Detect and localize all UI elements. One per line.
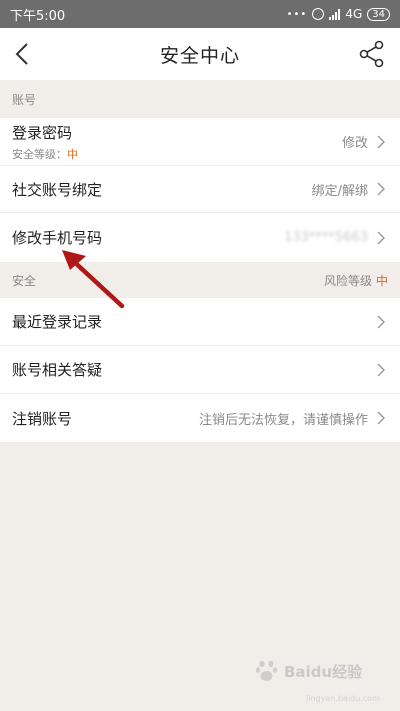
- row-cancel-account[interactable]: 注销账号 注销后无法恢复，请谨慎操作: [0, 394, 400, 442]
- phone-number: 133****5663: [284, 230, 368, 245]
- status-time: 下午5:00: [10, 8, 66, 24]
- chevron-right-icon: [377, 231, 385, 244]
- chevron-right-icon: [377, 182, 385, 196]
- watermark-url: jingyan.baidu.com: [306, 694, 380, 703]
- row-right: 133****5663: [284, 230, 388, 245]
- baidu-watermark: Baidu经验 jingyan.baidu.com: [254, 658, 380, 703]
- row-account-faq[interactable]: 账号相关答疑: [0, 346, 400, 394]
- status-icons: ••• 4G 34: [287, 7, 390, 21]
- notification-dots-icon: •••: [286, 8, 308, 20]
- row-sub-label: 安全等级：中: [12, 147, 78, 161]
- baidu-paw-icon: [255, 660, 278, 681]
- row-hint: 注销后无法恢复，请谨慎操作: [198, 412, 368, 428]
- nav-bar: 安全中心: [0, 28, 400, 80]
- share-icon[interactable]: [358, 40, 386, 68]
- row-login-password[interactable]: 登录密码 安全等级：中 修改: [0, 118, 400, 166]
- section-title: 账号: [12, 92, 37, 107]
- security-level-badge: 中: [67, 147, 78, 161]
- row-right: 注销后无法恢复，请谨慎操作: [199, 409, 388, 428]
- risk-level: 风险等级中: [323, 273, 388, 288]
- back-arrow-icon[interactable]: [10, 40, 38, 68]
- annotation-arrow-icon: [62, 250, 125, 309]
- row-right: [368, 363, 388, 377]
- section-title: 安全: [12, 273, 37, 288]
- row-action: 修改: [341, 136, 368, 151]
- chevron-right-icon: [377, 411, 385, 425]
- row-right: 绑定/解绑: [312, 180, 388, 199]
- chevron-right-icon: [377, 315, 385, 328]
- row-social-binding[interactable]: 社交账号绑定 绑定/解绑: [0, 166, 400, 213]
- battery-icon: 34: [367, 7, 390, 21]
- page-title: 安全中心: [159, 44, 240, 67]
- alarm-icon: [312, 8, 325, 20]
- signal-icon: [329, 8, 341, 20]
- row-action: 绑定/解绑: [311, 183, 368, 199]
- status-bar: 下午5:00 ••• 4G 34: [0, 0, 400, 28]
- row-right: [368, 315, 388, 329]
- chevron-right-icon: [377, 363, 385, 376]
- network-type: 4G: [345, 7, 363, 21]
- section-header-account: 账号: [0, 80, 400, 118]
- row-label: 修改手机号码: [12, 229, 103, 247]
- row-text: 登录密码 安全等级：中: [12, 122, 78, 162]
- row-right: 修改: [342, 132, 388, 151]
- watermark-brand: Baidu经验: [284, 662, 363, 681]
- row-label: 登录密码: [12, 123, 73, 142]
- row-label: 注销账号: [12, 409, 73, 428]
- chevron-right-icon: [377, 135, 385, 148]
- risk-level-badge: 中: [375, 273, 388, 288]
- row-label: 账号相关答疑: [12, 361, 103, 379]
- row-label: 社交账号绑定: [12, 180, 103, 199]
